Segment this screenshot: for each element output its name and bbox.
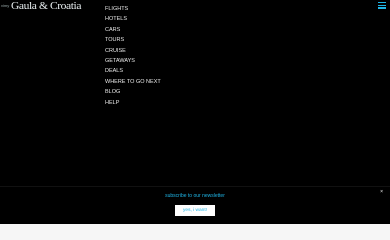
logo-prefix: vimy [1, 3, 10, 8]
nav-item-flights[interactable]: FLIGHTS [105, 4, 161, 14]
nav-item-where-to-go-next[interactable]: WHERE TO GO NEXT [105, 77, 161, 87]
newsletter-banner: × subscribe to our newsletter yes, i wan… [0, 186, 390, 225]
nav-item-tours[interactable]: TOURS [105, 35, 161, 45]
logo-text: Gaula & Croatia [11, 0, 82, 12]
page-footer-strip [0, 224, 390, 240]
subscribe-button[interactable]: yes, i want! [175, 205, 215, 216]
nav-item-deals[interactable]: DEALS [105, 66, 161, 76]
nav-item-cars[interactable]: CARS [105, 25, 161, 35]
menu-icon[interactable] [378, 2, 386, 9]
nav-item-help[interactable]: HELP [105, 98, 161, 108]
nav-item-blog[interactable]: BLOG [105, 87, 161, 97]
nav-item-getaways[interactable]: GETAWAYS [105, 56, 161, 66]
nav-item-hotels[interactable]: HOTELS [105, 14, 161, 24]
main-nav: FLIGHTS HOTELS CARS TOURS CRUISE GETAWAY… [105, 4, 161, 108]
newsletter-text: subscribe to our newsletter [165, 193, 225, 199]
nav-item-cruise[interactable]: CRUISE [105, 46, 161, 56]
site-logo[interactable]: vimy Gaula & Croatia [0, 0, 82, 12]
